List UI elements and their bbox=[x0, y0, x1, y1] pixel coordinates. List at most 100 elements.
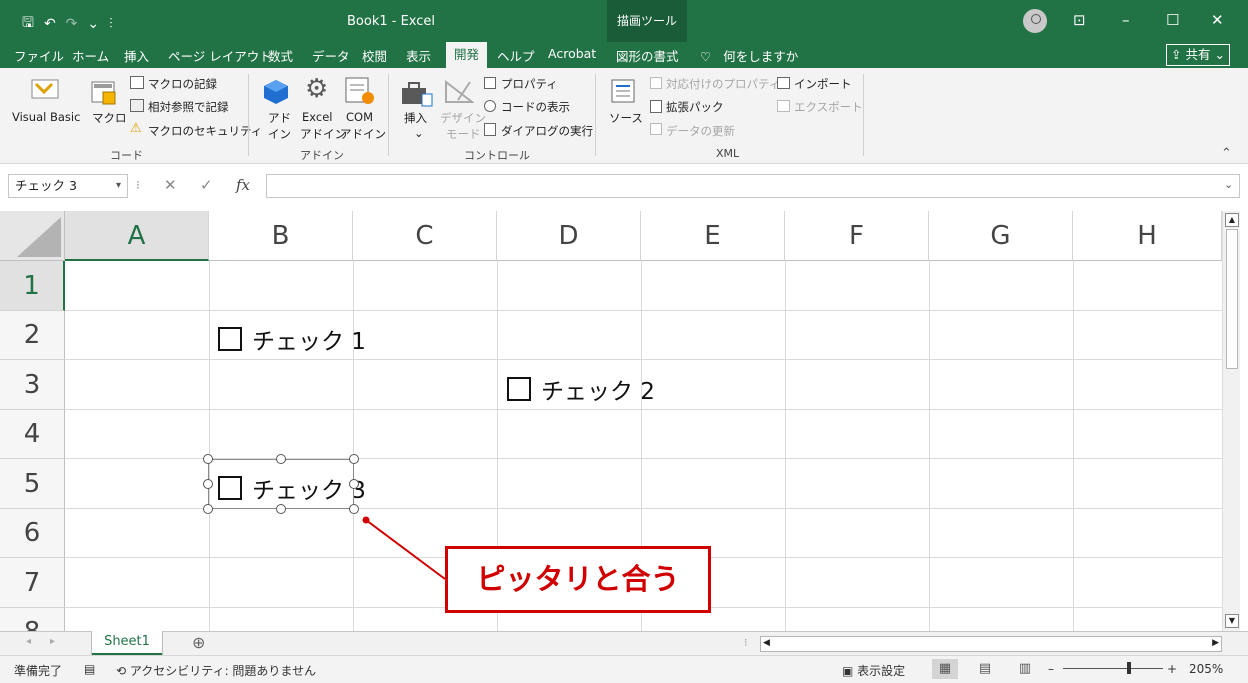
callout-annotation: ピッタリと合う bbox=[445, 546, 711, 613]
xml-group-label: XML bbox=[716, 147, 740, 160]
accessibility-label: アクセシビリティ: 問題ありません bbox=[129, 664, 317, 678]
qat-customize-icon[interactable]: ⫶ bbox=[109, 16, 113, 32]
scroll-left-sheets-icon[interactable]: ◂ bbox=[26, 636, 31, 647]
expansion-pack-button[interactable]: 拡張パック bbox=[666, 99, 724, 115]
export-button[interactable]: エクスポート bbox=[794, 99, 863, 115]
zoom-in-button[interactable]: + bbox=[1167, 662, 1177, 676]
normal-view-button[interactable]: ▦ bbox=[932, 659, 958, 679]
insert-control-button[interactable]: 挿入 bbox=[404, 110, 427, 126]
page-layout-view-button[interactable]: ▤ bbox=[972, 659, 998, 679]
display-settings-icon: ▣ bbox=[842, 664, 854, 678]
macro-security-button[interactable]: マクロのセキュリティ bbox=[148, 123, 262, 139]
import-button[interactable]: インポート bbox=[794, 76, 852, 92]
ribbon-display-icon[interactable]: ⊡ bbox=[1073, 11, 1086, 29]
chevron-down-icon: ⌄ bbox=[1214, 47, 1225, 62]
record-macro-button[interactable]: マクロの記録 bbox=[148, 76, 217, 92]
drawing-tools-context-label: 描画ツール bbox=[607, 0, 687, 42]
group-separator bbox=[863, 74, 864, 156]
com-addins-label-2[interactable]: アドイン bbox=[340, 126, 386, 142]
chevron-down-icon: ⌄ bbox=[414, 126, 424, 140]
redo-icon[interactable]: ↷ bbox=[66, 16, 78, 32]
com-addins-label-1[interactable]: COM bbox=[346, 110, 373, 124]
visual-basic-button[interactable]: Visual Basic bbox=[12, 110, 80, 124]
addins-label-2[interactable]: イン bbox=[268, 126, 291, 142]
zoom-slider-track[interactable] bbox=[1063, 668, 1163, 669]
tell-me-search[interactable]: ♡ 何をしますか bbox=[700, 46, 798, 65]
design-mode-label-1[interactable]: デザイン bbox=[440, 110, 486, 126]
splitter-icon[interactable]: ⁝ bbox=[744, 636, 748, 649]
refresh-data-icon bbox=[650, 123, 662, 135]
insert-function-icon[interactable]: fx bbox=[236, 174, 250, 198]
group-separator bbox=[388, 74, 389, 156]
scroll-up-icon[interactable]: ▲ bbox=[1225, 213, 1239, 227]
run-dialog-button[interactable]: ダイアログの実行 bbox=[501, 123, 593, 139]
tab-developer[interactable]: 開発 bbox=[446, 42, 488, 68]
tab-shape-format[interactable]: 図形の書式 bbox=[616, 46, 679, 65]
sheet-tab-sheet1[interactable]: Sheet1 bbox=[92, 631, 162, 655]
relative-reference-icon bbox=[130, 99, 144, 112]
accessibility-status[interactable]: ⟲ アクセシビリティ: 問題ありません bbox=[116, 662, 316, 679]
worksheet-grid[interactable]: A B C D E F G H 1 2 3 4 5 6 7 8 チェック 1 チ… bbox=[0, 211, 1222, 631]
maximize-button[interactable]: ☐ bbox=[1166, 11, 1179, 29]
accessibility-icon: ⟲ bbox=[116, 664, 127, 678]
qat-more-icon[interactable]: ⌄ bbox=[87, 16, 99, 32]
scroll-right-sheets-icon[interactable]: ▸ bbox=[50, 636, 55, 647]
formula-bar: チェック 3 ▾ ⁝ ✕ ✓ fx ⌄ bbox=[0, 164, 1248, 209]
tab-home[interactable]: ホーム bbox=[72, 46, 109, 65]
relative-reference-button[interactable]: 相対参照で記録 bbox=[148, 99, 229, 115]
macro-record-icon[interactable]: ▤ bbox=[84, 662, 95, 676]
page-break-view-button[interactable]: ▥ bbox=[1012, 659, 1038, 679]
gear-icon: ⚙ bbox=[305, 74, 329, 104]
vertical-scrollbar[interactable]: ▲ ▼ bbox=[1222, 211, 1240, 631]
visual-basic-icon bbox=[31, 79, 59, 99]
display-settings-button[interactable]: ▣ 表示設定 bbox=[842, 662, 905, 679]
tab-help[interactable]: ヘルプ bbox=[497, 46, 535, 65]
map-properties-button[interactable]: 対応付けのプロパティ bbox=[666, 76, 780, 92]
quick-access-toolbar: 🖫 ↶ ↷ ⌄ ⫶ bbox=[22, 12, 113, 36]
record-macro-icon bbox=[130, 76, 144, 89]
xml-source-button[interactable]: ソース bbox=[609, 110, 643, 126]
controls-group-label: コントロール bbox=[464, 149, 530, 162]
addins-label-1[interactable]: アド bbox=[268, 110, 291, 126]
addins-icon bbox=[264, 80, 288, 104]
name-box[interactable]: チェック 3 ▾ bbox=[8, 174, 128, 198]
cancel-icon[interactable]: ✕ bbox=[164, 174, 177, 198]
tab-insert[interactable]: 挿入 bbox=[124, 46, 149, 65]
chevron-down-icon[interactable]: ⌄ bbox=[1224, 178, 1233, 191]
macro-icon bbox=[91, 81, 116, 105]
collapse-ribbon-icon[interactable]: ⌃ bbox=[1221, 146, 1232, 161]
save-icon[interactable]: 🖫 bbox=[22, 12, 34, 36]
account-avatar[interactable] bbox=[1023, 9, 1047, 33]
view-code-button[interactable]: コードの表示 bbox=[501, 99, 570, 115]
tab-review[interactable]: 校閲 bbox=[362, 46, 387, 65]
enter-icon[interactable]: ✓ bbox=[200, 174, 213, 198]
excel-addins-label-1[interactable]: Excel bbox=[302, 110, 332, 124]
horizontal-scrollbar[interactable]: ◀ ▶ bbox=[760, 636, 1222, 652]
design-mode-label-2[interactable]: モード bbox=[446, 126, 481, 142]
scroll-left-icon[interactable]: ◀ bbox=[763, 638, 770, 648]
zoom-slider-thumb[interactable] bbox=[1127, 662, 1131, 674]
tab-view[interactable]: 表示 bbox=[406, 46, 431, 65]
formula-input[interactable] bbox=[266, 174, 1240, 198]
scroll-right-icon[interactable]: ▶ bbox=[1212, 638, 1219, 648]
minimize-button[interactable]: – bbox=[1122, 11, 1130, 29]
scroll-down-icon[interactable]: ▼ bbox=[1225, 614, 1239, 628]
vertical-scroll-thumb[interactable] bbox=[1226, 229, 1238, 369]
toolbox-icon bbox=[402, 82, 433, 107]
properties-button[interactable]: プロパティ bbox=[501, 76, 558, 92]
tab-formulas[interactable]: 数式 bbox=[268, 46, 293, 65]
undo-icon[interactable]: ↶ bbox=[44, 16, 56, 32]
share-button[interactable]: ⇪ 共有 ⌄ bbox=[1166, 44, 1230, 66]
ribbon-tabs: ファイル ホーム 挿入 ページ レイアウト 数式 データ 校閲 表示 開発 ヘル… bbox=[0, 42, 1248, 68]
zoom-out-button[interactable]: – bbox=[1048, 662, 1054, 676]
refresh-data-button[interactable]: データの更新 bbox=[666, 123, 735, 139]
add-sheet-icon[interactable]: ⊕ bbox=[192, 633, 205, 652]
close-button[interactable]: ✕ bbox=[1211, 11, 1224, 29]
tab-file[interactable]: ファイル bbox=[14, 46, 64, 65]
tab-page-layout[interactable]: ページ レイアウト bbox=[168, 46, 272, 65]
tab-acrobat[interactable]: Acrobat bbox=[548, 46, 596, 61]
macros-button[interactable]: マクロ bbox=[92, 110, 127, 126]
chevron-down-icon: ▾ bbox=[115, 180, 121, 191]
zoom-level[interactable]: 205% bbox=[1189, 662, 1223, 676]
tab-data[interactable]: データ bbox=[312, 46, 350, 65]
